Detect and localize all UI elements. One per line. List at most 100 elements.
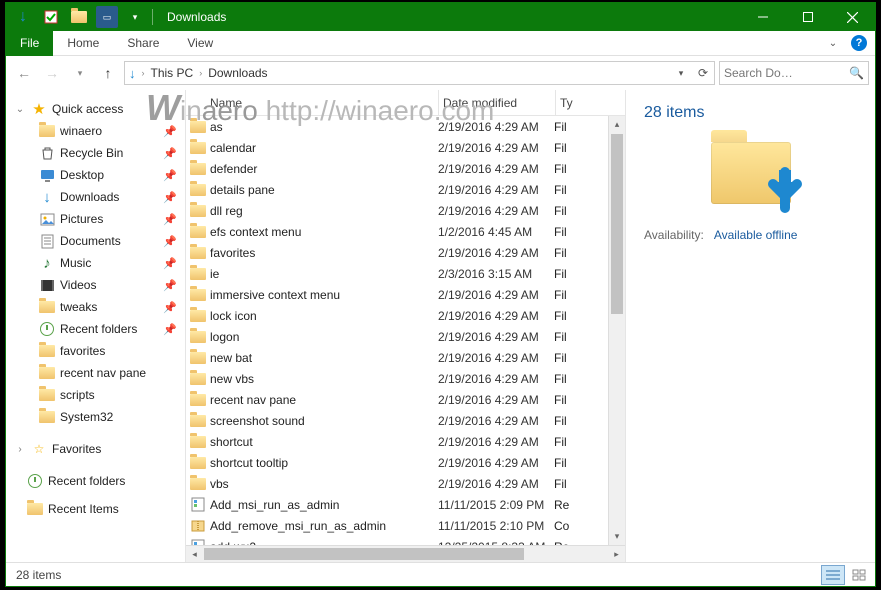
titlebar[interactable]: ↓ ▭ ▾ Downloads [6,3,875,31]
table-row[interactable]: calendar2/19/2016 4:29 AMFil [186,137,625,158]
vertical-scrollbar[interactable]: ▴ ▾ [608,116,625,545]
table-row[interactable]: vbs2/19/2016 4:29 AMFil [186,473,625,494]
back-button[interactable]: ← [12,61,36,85]
file-date: 2/19/2016 4:29 AM [438,456,554,470]
column-type[interactable]: Ty [556,96,584,110]
qat-properties-icon[interactable] [40,6,62,28]
scroll-left-icon[interactable]: ◂ [186,546,203,563]
sidebar-item[interactable]: Desktop📌 [6,164,185,186]
tab-view[interactable]: View [173,31,227,56]
table-row[interactable]: dll reg2/19/2016 4:29 AMFil [186,200,625,221]
sidebar-item[interactable]: ↓Downloads📌 [6,186,185,208]
file-date: 2/19/2016 4:29 AM [438,372,554,386]
table-row[interactable]: recent nav pane2/19/2016 4:29 AMFil [186,389,625,410]
sidebar-item[interactable]: System32 [6,406,185,428]
view-details-button[interactable] [821,565,845,585]
sidebar-item[interactable]: Videos📌 [6,274,185,296]
table-row[interactable]: add-wu212/25/2015 8:33 AMRe [186,536,625,545]
help-icon[interactable]: ? [851,35,867,51]
scroll-up-icon[interactable]: ▴ [609,116,625,133]
tab-file[interactable]: File [6,31,53,56]
breadcrumb-seg-1[interactable]: Downloads [204,62,271,84]
address-bar[interactable]: ↓ › This PC › Downloads ▾ ⟳ [124,61,715,85]
table-row[interactable]: defender2/19/2016 4:29 AMFil [186,158,625,179]
scroll-right-icon[interactable]: ▸ [608,546,625,563]
nav-item-label: Pictures [60,212,103,226]
expand-ribbon-icon[interactable]: ⌄ [825,35,841,51]
qat-newfolder-icon[interactable] [68,6,90,28]
nav-favorites[interactable]: › ☆ Favorites [6,438,185,460]
sidebar-item[interactable]: winaero📌 [6,120,185,142]
search-icon[interactable]: 🔍 [849,66,864,80]
nav-item-icon: ↓ [38,188,56,206]
up-button[interactable]: ↑ [96,61,120,85]
table-row[interactable]: Add_msi_run_as_admin11/11/2015 2:09 PMRe [186,494,625,515]
table-row[interactable]: as2/19/2016 4:29 AMFil [186,116,625,137]
nav-item-label: tweaks [60,300,97,314]
address-dropdown-icon[interactable]: ▾ [670,66,692,80]
table-row[interactable]: new vbs2/19/2016 4:29 AMFil [186,368,625,389]
scrollbar-thumb[interactable] [204,548,524,560]
sidebar-item[interactable]: ♪Music📌 [6,252,185,274]
column-name[interactable]: Name [186,96,438,110]
qat-customize-icon[interactable]: ▾ [124,6,146,28]
sidebar-item[interactable]: Recent folders📌 [6,318,185,340]
sidebar-item[interactable]: recent nav pane [6,362,185,384]
nav-item-icon [38,276,56,294]
maximize-button[interactable] [785,3,830,31]
nav-item-icon [38,408,56,426]
sidebar-item[interactable]: favorites [6,340,185,362]
refresh-icon[interactable]: ⟳ [692,66,714,80]
table-row[interactable]: shortcut2/19/2016 4:29 AMFil [186,431,625,452]
column-headers[interactable]: Name Date modified Ty [186,90,625,116]
column-date[interactable]: Date modified [439,96,555,110]
table-row[interactable]: Add_remove_msi_run_as_admin11/11/2015 2:… [186,515,625,536]
file-name: lock icon [210,309,438,323]
chevron-right-icon[interactable]: › [14,444,26,455]
close-button[interactable] [830,3,875,31]
breadcrumb-seg-0[interactable]: This PC [147,62,198,84]
table-row[interactable]: favorites2/19/2016 4:29 AMFil [186,242,625,263]
tab-home[interactable]: Home [53,31,113,56]
file-icon [186,394,210,406]
qat-tool-icon[interactable]: ▭ [96,6,118,28]
table-row[interactable]: lock icon2/19/2016 4:29 AMFil [186,305,625,326]
scrollbar-thumb[interactable] [611,134,623,314]
table-row[interactable]: details pane2/19/2016 4:29 AMFil [186,179,625,200]
forward-button: → [40,61,64,85]
search-placeholder: Search Do… [724,66,793,80]
search-input[interactable]: Search Do… 🔍 [719,61,869,85]
scroll-down-icon[interactable]: ▾ [609,528,625,545]
table-row[interactable]: screenshot sound2/19/2016 4:29 AMFil [186,410,625,431]
file-list[interactable]: as2/19/2016 4:29 AMFilcalendar2/19/2016 … [186,116,625,545]
nav-item-label: System32 [60,410,113,424]
file-icon [186,268,210,280]
sidebar-item[interactable]: Documents📌 [6,230,185,252]
table-row[interactable]: efs context menu1/2/2016 4:45 AMFil [186,221,625,242]
minimize-button[interactable] [740,3,785,31]
table-row[interactable]: shortcut tooltip2/19/2016 4:29 AMFil [186,452,625,473]
sidebar-item[interactable]: scripts [6,384,185,406]
nav-item-icon [38,144,56,162]
status-text: 28 items [16,568,61,582]
table-row[interactable]: new bat2/19/2016 4:29 AMFil [186,347,625,368]
table-row[interactable]: immersive context menu2/19/2016 4:29 AMF… [186,284,625,305]
sidebar-item[interactable]: Pictures📌 [6,208,185,230]
navigation-pane[interactable]: ⌄ ★ Quick access winaero📌Recycle Bin📌Des… [6,90,186,562]
nav-quick-access[interactable]: ⌄ ★ Quick access [6,98,185,120]
tab-share[interactable]: Share [113,31,173,56]
table-row[interactable]: logon2/19/2016 4:29 AMFil [186,326,625,347]
chevron-right-icon[interactable]: › [140,68,147,78]
file-date: 2/19/2016 4:29 AM [438,288,554,302]
view-large-button[interactable] [847,565,871,585]
sidebar-item[interactable]: Recycle Bin📌 [6,142,185,164]
nav-recent-folders[interactable]: Recent folders [6,470,185,492]
table-row[interactable]: ie2/3/2016 3:15 AMFil [186,263,625,284]
sidebar-item[interactable]: tweaks📌 [6,296,185,318]
file-type: Fil [554,309,582,323]
nav-recent-items[interactable]: Recent Items [6,498,185,520]
horizontal-scrollbar[interactable]: ◂ ▸ [186,545,625,562]
chevron-down-icon[interactable]: ⌄ [14,104,26,115]
chevron-right-icon[interactable]: › [197,68,204,78]
history-dropdown[interactable]: ▾ [68,61,92,85]
